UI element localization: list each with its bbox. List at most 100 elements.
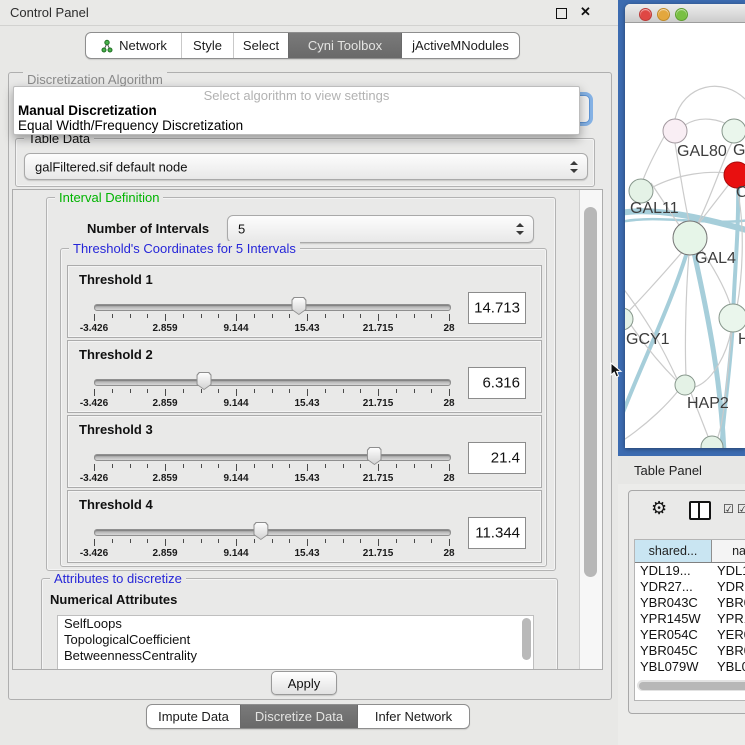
threshold-2-value-field[interactable]: 6.316	[468, 367, 526, 399]
scrollbar-thumb[interactable]	[639, 682, 745, 690]
tab-jactivemnodules[interactable]: jActiveMNodules	[401, 33, 519, 58]
tab-network-label: Network	[119, 38, 167, 53]
threshold-3-slider[interactable]: -3.4262.8599.14415.4321.71528	[94, 450, 449, 484]
table-panel: ⚙ ☑ ☑ shared... na YDL19...YDL1 YDR27...…	[628, 490, 745, 714]
table-data-selected-value: galFiltered.sif default node	[35, 159, 187, 174]
apply-button[interactable]: Apply	[271, 671, 337, 695]
network-window[interactable]: GAL80 GA C GAL11 GAL4 GCY1 H HAP2	[625, 4, 745, 448]
float-window-icon[interactable]	[556, 8, 567, 19]
table-panel-titlebar: Table Panel	[618, 456, 745, 484]
close-icon[interactable]: ✕	[580, 4, 591, 20]
minimize-traffic-light-icon[interactable]	[657, 8, 670, 21]
node-top-right[interactable]	[722, 119, 745, 143]
threshold-4-slider[interactable]: -3.4262.8599.14415.4321.71528	[94, 525, 449, 559]
slider-track[interactable]	[94, 304, 451, 311]
list-item[interactable]: SelfLoops	[58, 616, 533, 632]
slider-thumb[interactable]	[253, 522, 268, 540]
gear-icon[interactable]: ⚙	[651, 499, 667, 517]
control-panel: Control Panel ✕ Network Style Select Cyn…	[0, 0, 619, 745]
slider-thumb[interactable]	[291, 297, 306, 315]
tab-impute-data[interactable]: Impute Data	[147, 705, 240, 728]
table-row[interactable]: YBL079WYBL0	[635, 659, 745, 675]
table-row[interactable]: YBR043CYBR0	[635, 595, 745, 611]
interval-definition-label: Interval Definition	[55, 190, 163, 205]
column-header-shared-name[interactable]: shared...	[635, 540, 712, 562]
slider-thumb[interactable]	[367, 447, 382, 465]
tab-cyni-toolbox[interactable]: Cyni Toolbox	[288, 33, 401, 58]
tab-network[interactable]: Network	[86, 33, 181, 58]
slider-ticks	[94, 389, 449, 397]
node-label-gal80: GAL80	[677, 143, 727, 160]
settings-vertical-scrollbar[interactable]	[579, 190, 602, 669]
node-label-hap2: HAP2	[687, 395, 729, 412]
table-row[interactable]: YDL19...YDL1	[635, 563, 745, 579]
discretization-algorithm-label: Discretization Algorithm	[23, 72, 167, 87]
node-bottom[interactable]	[701, 436, 723, 448]
combo-stepper-icon	[570, 161, 578, 173]
numerical-attributes-list[interactable]: SelfLoops TopologicalCoefficient Between…	[57, 615, 534, 670]
number-of-intervals-combobox[interactable]: 5	[227, 215, 534, 243]
dropdown-option-equal-width[interactable]: Equal Width/Frequency Discretization	[18, 118, 243, 133]
threshold-4-value-field[interactable]: 11.344	[468, 517, 526, 549]
settings-scroll-panel: Interval Definition Number of Intervals …	[12, 189, 603, 670]
table-header-row: shared... na	[635, 540, 745, 563]
slider-ticks	[94, 464, 449, 472]
mouse-cursor	[610, 362, 624, 380]
table-row[interactable]: YDR27...YDR2	[635, 579, 745, 595]
control-panel-titlebar: Control Panel ✕	[0, 0, 618, 26]
table-row[interactable]: YPR145WYPR1	[635, 611, 745, 627]
table-row[interactable]: YBR045CYBR0	[635, 643, 745, 659]
threshold-2-panel: Threshold 2 -3.4262.8599.14415.4321.7152…	[67, 340, 542, 413]
node-h[interactable]	[719, 304, 745, 332]
network-icon	[100, 39, 114, 53]
thresholds-coordinates-group: Threshold's Coordinates for 5 Intervals …	[60, 248, 547, 567]
slider-track[interactable]	[94, 379, 451, 386]
column-header-name[interactable]: na	[712, 540, 745, 562]
tab-select[interactable]: Select	[233, 33, 288, 58]
table-row[interactable]: YLR345WYLR3	[635, 675, 745, 677]
tab-infer-network[interactable]: Infer Network	[357, 705, 469, 728]
node-gal80[interactable]	[663, 119, 687, 143]
list-scrollbar-thumb[interactable]	[522, 618, 531, 660]
table-data-group: Table Data galFiltered.sif default node	[15, 138, 595, 187]
list-item[interactable]: BetweennessCentrality	[58, 648, 533, 664]
node-hap2[interactable]	[675, 375, 695, 395]
checkbox-icon[interactable]: ☑	[737, 503, 745, 515]
node-label-ga: GA	[733, 142, 745, 159]
threshold-1-value-field[interactable]: 14.713	[468, 292, 526, 324]
node-label-h: H	[738, 331, 745, 348]
checkbox-icon[interactable]: ☑	[723, 503, 734, 515]
slider-thumb[interactable]	[197, 372, 212, 390]
attributes-group-label: Attributes to discretize	[50, 571, 186, 586]
tab-discretize-data[interactable]: Discretize Data	[240, 705, 357, 728]
dropdown-prompt: Select algorithm to view settings	[14, 88, 579, 103]
list-item[interactable]: TopologicalCoefficient	[58, 632, 533, 648]
node-label-gcy1: GCY1	[626, 331, 670, 348]
close-traffic-light-icon[interactable]	[639, 8, 652, 21]
dropdown-option-manual[interactable]: Manual Discretization	[18, 103, 157, 118]
table-horizontal-scrollbar[interactable]	[637, 680, 745, 691]
threshold-3-value-field[interactable]: 21.4	[468, 442, 526, 474]
top-tab-bar: Network Style Select Cyni Toolbox jActiv…	[85, 32, 520, 59]
threshold-3-panel: Threshold 3 -3.4262.8599.14415.4321.7152…	[67, 415, 542, 488]
network-graph-canvas[interactable]: GAL80 GA C GAL11 GAL4 GCY1 H HAP2	[625, 23, 745, 448]
node-attribute-table: shared... na YDL19...YDL1 YDR27...YDR2 Y…	[634, 539, 745, 701]
interval-definition-group: Interval Definition Number of Intervals …	[46, 197, 556, 571]
split-columns-icon[interactable]	[689, 501, 711, 520]
slider-tick-labels: -3.4262.8599.14415.4321.71528	[94, 398, 449, 409]
panel-title: Control Panel	[10, 5, 89, 20]
slider-tick-labels: -3.4262.8599.14415.4321.71528	[94, 323, 449, 334]
threshold-1-slider[interactable]: -3.4262.8599.14415.4321.71528	[94, 300, 449, 334]
algorithm-dropdown-popup: Select algorithm to view settings Manual…	[13, 86, 580, 135]
threshold-2-slider[interactable]: -3.4262.8599.14415.4321.71528	[94, 375, 449, 409]
table-row[interactable]: YER054CYER0	[635, 627, 745, 643]
slider-track[interactable]	[94, 529, 451, 536]
table-data-combobox[interactable]: galFiltered.sif default node	[24, 153, 588, 180]
tab-style[interactable]: Style	[181, 33, 233, 58]
scrollbar-thumb[interactable]	[584, 207, 597, 577]
network-window-titlebar	[625, 4, 745, 23]
slider-track[interactable]	[94, 454, 451, 461]
zoom-traffic-light-icon[interactable]	[675, 8, 688, 21]
node-label-c: C	[736, 184, 745, 201]
slider-tick-labels: -3.4262.8599.14415.4321.71528	[94, 473, 449, 484]
